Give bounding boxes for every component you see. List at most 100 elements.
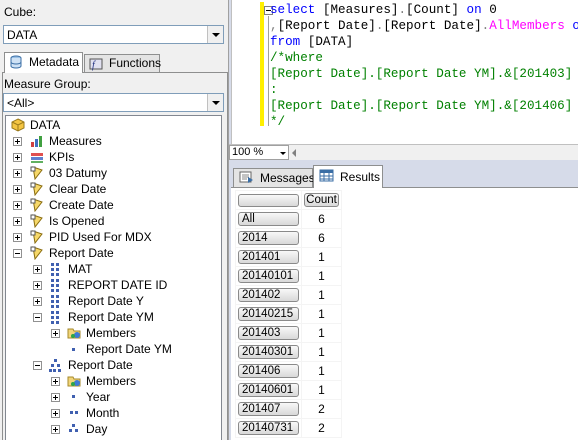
- tree-item-members[interactable]: Members: [51, 373, 218, 389]
- tree-item-label: KPIs: [49, 150, 75, 164]
- tree-item-label: Month: [86, 406, 120, 420]
- row-header[interactable]: 20140731: [235, 418, 302, 438]
- expand-icon[interactable]: [13, 185, 22, 194]
- count-cell[interactable]: 1: [301, 380, 342, 400]
- expand-icon[interactable]: [51, 409, 60, 418]
- expand-icon[interactable]: [33, 297, 42, 306]
- tree-item-03-datumy[interactable]: 03 Datumy: [13, 165, 218, 181]
- tab-metadata[interactable]: Metadata: [4, 52, 83, 73]
- row-header[interactable]: 201402: [235, 285, 302, 305]
- count-cell[interactable]: 6: [301, 228, 342, 248]
- tree-item-measures[interactable]: Measures: [13, 133, 218, 149]
- zoom-select[interactable]: 100 %: [229, 145, 289, 160]
- chevron-down-icon[interactable]: [207, 26, 223, 43]
- count-cell[interactable]: 1: [301, 304, 342, 324]
- code-token: [DATA]: [307, 35, 354, 49]
- tree-item-report-date-id[interactable]: REPORT DATE ID: [33, 277, 218, 293]
- corner-button[interactable]: [238, 193, 299, 207]
- count-cell[interactable]: 6: [301, 209, 342, 229]
- row-header-label: 201403: [238, 326, 299, 340]
- code-line[interactable]: [Report Date].[Report Date YM].&[201403]: [270, 66, 578, 82]
- tree-item-level-report-date-ym[interactable]: Report Date YM: [51, 341, 218, 357]
- expand-icon[interactable]: [51, 377, 60, 386]
- count-cell[interactable]: 1: [301, 323, 342, 343]
- expand-icon[interactable]: [13, 217, 22, 226]
- expand-icon[interactable]: [13, 169, 22, 178]
- tree-item-mat[interactable]: MAT: [33, 261, 218, 277]
- tree-item-data[interactable]: DATA: [9, 117, 219, 133]
- count-cell[interactable]: 1: [301, 266, 342, 286]
- count-cell[interactable]: 2: [301, 399, 342, 419]
- code-line[interactable]: [Report Date].[Report Date YM].&[201406]: [270, 98, 578, 114]
- tree-item-report-date-y[interactable]: Report Date Y: [33, 293, 218, 309]
- column-header-count[interactable]: Count: [301, 190, 342, 210]
- tree-item-report-date-ym[interactable]: Report Date YM: [33, 309, 218, 325]
- measure-group-select[interactable]: <All>: [3, 93, 224, 112]
- collapse-icon[interactable]: [33, 313, 42, 322]
- code-line[interactable]: */: [270, 114, 578, 130]
- table-row: 20140601 1: [235, 380, 342, 400]
- chevron-down-icon[interactable]: [280, 152, 286, 155]
- tree-item-clear-date[interactable]: Clear Date: [13, 181, 218, 197]
- tree-item-create-date[interactable]: Create Date: [13, 197, 218, 213]
- tree-item-report-date-hierarchy[interactable]: Report Date: [33, 357, 218, 373]
- cube-select-value: DATA: [7, 28, 38, 42]
- code-line[interactable]: ,[Report Date].[Report Date].AllMembers …: [270, 18, 578, 34]
- query-text[interactable]: select [Measures].[Count] on 0 ,[Report D…: [270, 2, 578, 130]
- tree-item-pid-used-for-mdx[interactable]: PID Used For MDX: [13, 229, 218, 245]
- tab-functions[interactable]: f Functions: [84, 54, 161, 72]
- tree-item-report-date[interactable]: Report Date: [13, 245, 218, 261]
- tree-item-month[interactable]: Month: [51, 405, 218, 421]
- row-header[interactable]: All: [235, 209, 302, 229]
- tab-results[interactable]: Results: [313, 165, 383, 188]
- expand-icon[interactable]: [51, 425, 60, 434]
- count-cell[interactable]: 1: [301, 342, 342, 362]
- row-header[interactable]: 20140215: [235, 304, 302, 324]
- row-header[interactable]: 201403: [235, 323, 302, 343]
- grid-corner[interactable]: [235, 190, 302, 210]
- level3-icon: [69, 424, 78, 432]
- tree-item-members[interactable]: Members: [51, 325, 218, 341]
- expand-icon[interactable]: [51, 393, 60, 402]
- code-line[interactable]: select [Measures].[Count] on 0: [270, 2, 578, 18]
- row-header[interactable]: 20140101: [235, 266, 302, 286]
- count-cell[interactable]: 2: [301, 418, 342, 438]
- members-folder-icon: [67, 328, 81, 339]
- expand-icon[interactable]: [33, 265, 42, 274]
- expand-icon[interactable]: [13, 137, 22, 146]
- code-line[interactable]: from [DATA]: [270, 34, 578, 50]
- row-header[interactable]: 201406: [235, 361, 302, 381]
- tree-item-day[interactable]: Day: [51, 421, 218, 437]
- expand-icon[interactable]: [13, 153, 22, 162]
- row-header[interactable]: 201401: [235, 247, 302, 267]
- expand-icon[interactable]: [33, 281, 42, 290]
- count-cell[interactable]: 1: [301, 361, 342, 381]
- count-cell[interactable]: 1: [301, 285, 342, 305]
- expand-icon[interactable]: [13, 201, 22, 210]
- row-header[interactable]: 20140301: [235, 342, 302, 362]
- code-line[interactable]: :: [270, 82, 578, 98]
- collapse-icon[interactable]: [13, 249, 22, 258]
- count-cell[interactable]: 1: [301, 247, 342, 267]
- results-grid-icon: [319, 169, 334, 182]
- row-header[interactable]: 20140601: [235, 380, 302, 400]
- cube-select[interactable]: DATA: [3, 25, 224, 44]
- cube-label: Cube:: [4, 5, 37, 19]
- tree-item-kpis[interactable]: KPIs: [13, 149, 218, 165]
- expand-icon[interactable]: [51, 329, 60, 338]
- collapse-icon[interactable]: [33, 361, 42, 370]
- query-editor[interactable]: select [Measures].[Count] on 0 ,[Report D…: [231, 0, 578, 144]
- scroll-left-icon[interactable]: [292, 149, 296, 157]
- tree-item-year[interactable]: Year: [51, 389, 218, 405]
- expand-icon[interactable]: [13, 233, 22, 242]
- attribute-icon: [51, 295, 59, 308]
- row-header[interactable]: 201407: [235, 399, 302, 419]
- tree-item-label: REPORT DATE ID: [68, 278, 168, 292]
- functions-icon: f: [89, 58, 103, 71]
- chevron-down-icon[interactable]: [207, 94, 223, 111]
- tab-messages[interactable]: Messages: [233, 168, 315, 187]
- code-line[interactable]: /*where: [270, 50, 578, 66]
- tree-item-label: Report Date Y: [68, 294, 144, 308]
- tree-item-is-opened[interactable]: Is Opened: [13, 213, 218, 229]
- row-header[interactable]: 2014: [235, 228, 302, 248]
